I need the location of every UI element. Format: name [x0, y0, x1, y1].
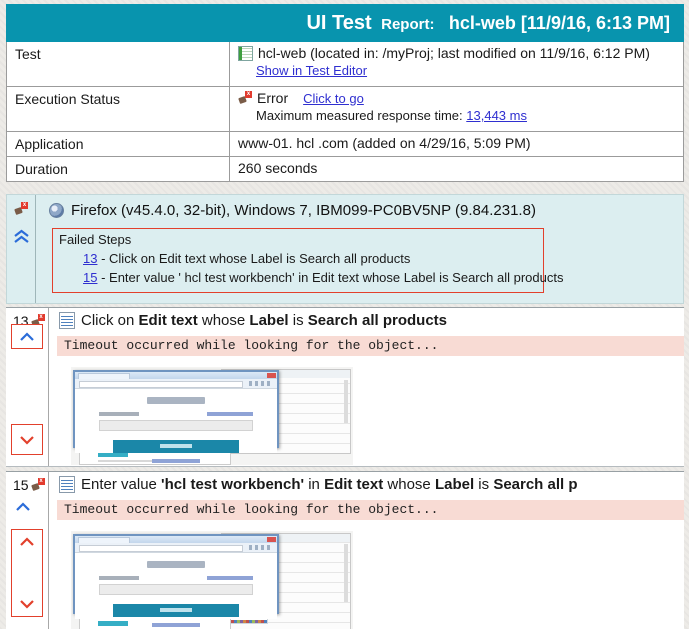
application-value: www-01. hcl .com (added on 4/29/16, 5:09… — [238, 135, 531, 151]
step-15-screenshot-thumbnail[interactable] — [71, 531, 353, 629]
title-segment: whose — [383, 476, 435, 493]
title-segment: Edit text — [324, 476, 384, 493]
thumbnail-search-field — [99, 584, 253, 595]
step-15-error-icon — [31, 478, 45, 492]
step-document-icon — [59, 312, 75, 329]
browser-globe-icon — [49, 203, 64, 218]
thumbnail-browser-window — [73, 534, 279, 627]
error-status-icon — [238, 91, 252, 105]
failed-step-13-link[interactable]: 13 — [83, 251, 97, 266]
test-label: Test — [7, 42, 230, 86]
thumbnail-signin-page — [75, 561, 277, 627]
step-13-next-button[interactable] — [11, 424, 43, 455]
step-document-icon — [59, 476, 75, 493]
failed-step-13-desc: - Click on Edit text whose Label is Sear… — [101, 251, 411, 266]
collapse-all-icon[interactable] — [13, 229, 30, 249]
report-title: UI Test Report: hcl-web [11/9/16, 6:13 P… — [306, 12, 670, 35]
response-time-label: Maximum measured response time: — [256, 108, 463, 123]
failed-steps-heading: Failed Steps — [59, 232, 132, 247]
application-label: Application — [7, 132, 230, 156]
execution-status-cell: Error Click to go Maximum measured respo… — [230, 87, 683, 131]
step-15-section: 15 Enter value 'hcl test workbench' in E… — [6, 471, 684, 629]
step-13-screenshot-thumbnail[interactable] — [71, 367, 353, 465]
show-in-test-editor-link[interactable]: Show in Test Editor — [256, 63, 367, 78]
failed-step-15-desc: - Enter value ' hcl test workbench' in E… — [101, 270, 564, 285]
test-value: hcl-web (located in: /myProj; last modif… — [258, 45, 650, 61]
thumbnail-help-link — [152, 623, 200, 627]
title-segment: is — [288, 312, 308, 329]
failed-steps-box: Failed Steps 13 - Click on Edit text who… — [52, 228, 563, 293]
report-page: UI Test Report: hcl-web [11/9/16, 6:13 P… — [6, 4, 684, 629]
title-segment: whose — [197, 312, 250, 329]
step-13-gutter: 13 — [6, 308, 49, 466]
thumbnail-toolbar-buttons — [249, 381, 273, 386]
title-segment: Click on — [81, 312, 139, 329]
step-13-timeout-message: Timeout occurred while looking for the o… — [57, 336, 684, 356]
step-15-collapse-icon[interactable] — [15, 499, 31, 517]
title-segment: in — [304, 476, 325, 493]
table-row-application: Application www-01. hcl .com (added on 4… — [7, 131, 683, 156]
response-time-link[interactable]: 13,443 ms — [466, 108, 527, 123]
title-segment: Enter value — [81, 476, 162, 493]
thumbnail-close-button — [267, 373, 276, 378]
thumbnail-url-bar — [79, 381, 243, 388]
environment-title: Firefox (v45.4.0, 32-bit), Windows 7, IB… — [71, 202, 536, 219]
title-segment: Search all p — [493, 476, 578, 493]
table-row-test: Test hcl-web (located in: /myProj; last … — [7, 42, 683, 86]
step-13-prev-button[interactable] — [11, 324, 43, 349]
step-13-section: 13 Click on Edit text whose Label is Sea… — [6, 307, 684, 467]
thumbnail-signin-page — [75, 397, 277, 463]
report-title-value: hcl-web [11/9/16, 6:13 PM] — [448, 12, 670, 33]
thumbnail-search-field — [99, 420, 253, 431]
environment-section: Firefox (v45.4.0, 32-bit), Windows 7, IB… — [6, 194, 684, 304]
step-13-title: Click on Edit text whose Label is Search… — [57, 312, 684, 329]
step-15-timeout-message: Timeout occurred while looking for the o… — [57, 500, 684, 520]
thumbnail-signin-heading — [147, 561, 205, 568]
title-segment: 'hcl test workbench' — [161, 476, 305, 493]
report-title-main: UI Test — [306, 11, 372, 34]
title-segment: Edit text — [138, 312, 198, 329]
test-script-icon — [238, 45, 253, 61]
thumbnail-close-button — [267, 537, 276, 542]
step-15-number: 15 — [13, 477, 29, 493]
execution-status-label: Execution Status — [7, 87, 230, 131]
title-segment: is — [474, 476, 494, 493]
step-15-prev-icon — [20, 537, 34, 546]
thumbnail-url-bar — [79, 545, 243, 552]
thumbnail-browser-window — [73, 370, 279, 463]
step-15-title: Enter value 'hcl test workbench' in Edit… — [57, 476, 684, 493]
click-to-go-link[interactable]: Click to go — [303, 91, 364, 106]
summary-table: Test hcl-web (located in: /myProj; last … — [6, 42, 684, 182]
test-value-cell: hcl-web (located in: /myProj; last modif… — [230, 42, 683, 86]
thumbnail-help-link — [152, 459, 200, 463]
title-segment: Label — [249, 312, 289, 329]
failed-step-item: 15 - Enter value ' hcl test workbench' i… — [83, 270, 563, 285]
table-row-execution-status: Execution Status Error Click to go Maxim… — [7, 86, 683, 131]
thumbnail-signin-button — [113, 604, 239, 617]
step-15-gutter: 15 — [6, 472, 49, 629]
title-segment: Label — [434, 476, 475, 493]
report-title-label: Report: — [381, 15, 435, 33]
failed-step-item: 13 - Click on Edit text whose Label is S… — [83, 251, 537, 266]
report-header: UI Test Report: hcl-web [11/9/16, 6:13 P… — [6, 4, 684, 42]
execution-status-value: Error — [257, 90, 289, 106]
step-13-main: Click on Edit text whose Label is Search… — [49, 308, 684, 466]
duration-label: Duration — [7, 157, 230, 181]
environment-main: Firefox (v45.4.0, 32-bit), Windows 7, IB… — [36, 195, 683, 303]
failed-step-15-link[interactable]: 15 — [83, 270, 97, 285]
environment-gutter — [7, 195, 36, 303]
duration-value: 260 seconds — [238, 160, 318, 176]
title-segment: Search all products — [307, 312, 447, 329]
thumbnail-signin-button — [113, 440, 239, 453]
step-15-main: Enter value 'hcl test workbench' in Edit… — [49, 472, 684, 629]
thumbnail-signin-heading — [147, 397, 205, 404]
step-15-nav-box[interactable] — [11, 529, 43, 617]
step-15-next-icon — [20, 600, 34, 609]
thumbnail-toolbar-buttons — [249, 545, 273, 550]
environment-error-icon — [14, 202, 28, 216]
table-row-duration: Duration 260 seconds — [7, 156, 683, 181]
